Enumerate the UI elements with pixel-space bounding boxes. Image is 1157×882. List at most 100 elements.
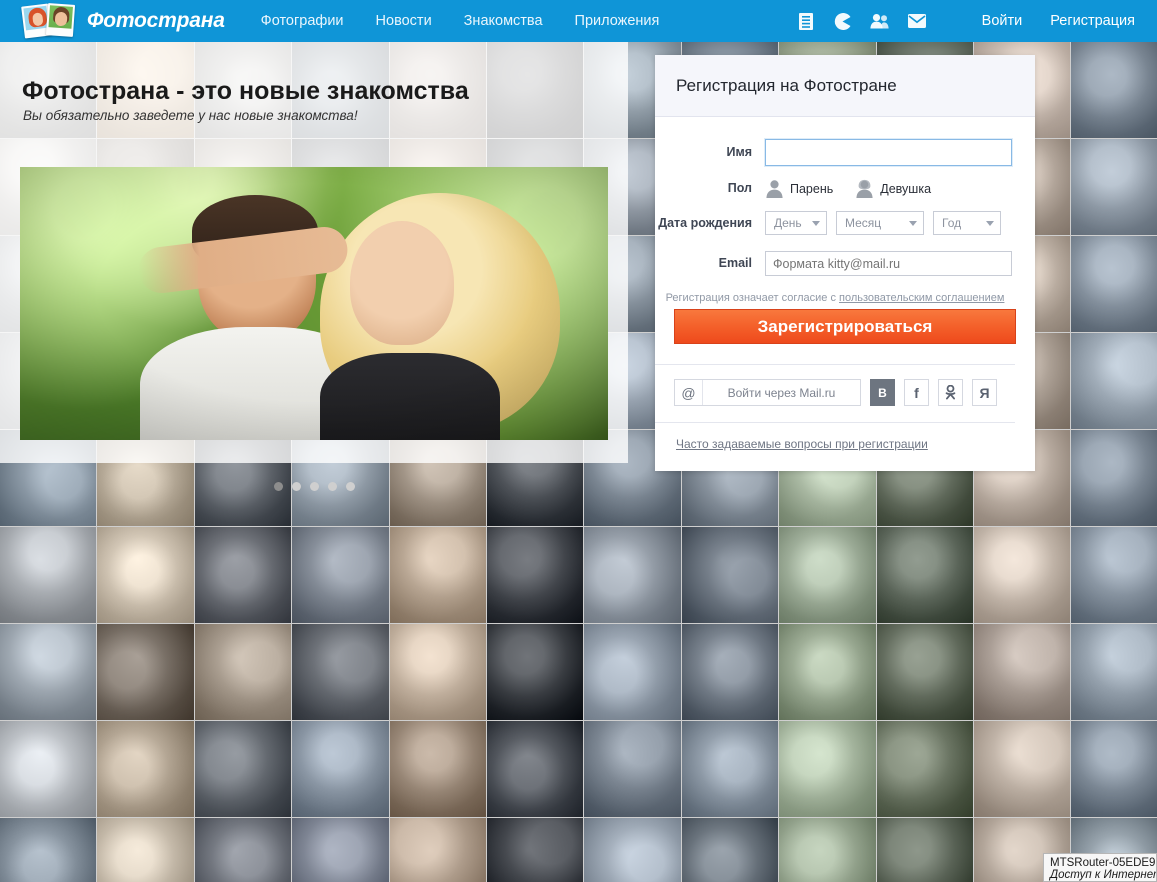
register-submit-button[interactable]: Зарегистрироваться <box>674 309 1016 344</box>
mosaic-photo-tile[interactable] <box>487 624 584 720</box>
mosaic-photo-tile[interactable] <box>876 624 974 720</box>
mosaic-photo-tile[interactable] <box>487 818 584 882</box>
mosaic-photo-tile[interactable] <box>292 721 389 817</box>
carousel-dot[interactable] <box>291 482 301 491</box>
carousel-dot[interactable] <box>273 482 283 491</box>
hero-title: Фотострана - это новые знакомства <box>22 77 469 105</box>
mosaic-photo-tile[interactable] <box>1071 430 1157 526</box>
mosaic-photo-tile[interactable] <box>974 624 1071 720</box>
registration-faq-link[interactable]: Часто задаваемые вопросы при регистрации <box>676 437 928 451</box>
gender-male-option[interactable]: Парень <box>765 179 833 198</box>
mosaic-photo-tile[interactable] <box>584 721 681 817</box>
mosaic-photo-tile[interactable] <box>487 721 584 817</box>
birth-month-select[interactable]: Месяц <box>836 211 924 235</box>
mosaic-photo-tile[interactable] <box>194 527 292 623</box>
mosaic-photo-tile[interactable] <box>97 527 194 623</box>
chevron-down-icon <box>812 220 820 226</box>
mosaic-photo-tile[interactable] <box>97 624 194 720</box>
mosaic-photo-tile[interactable] <box>584 527 681 623</box>
mosaic-photo-tile[interactable] <box>1071 721 1157 817</box>
mosaic-photo-tile[interactable] <box>292 527 389 623</box>
top-navigation-bar: Фотострана Фотографии Новости Знакомства… <box>0 0 1157 42</box>
birth-day-select[interactable]: День <box>765 211 827 235</box>
mosaic-photo-tile[interactable] <box>1071 527 1157 623</box>
mosaic-photo-tile[interactable] <box>389 818 487 882</box>
facebook-button[interactable]: f <box>903 379 929 406</box>
network-ssid: MTSRouter-05EDE9 <box>1050 857 1156 869</box>
pacman-games-icon[interactable] <box>831 10 855 32</box>
odnoklassniki-button[interactable] <box>937 379 963 406</box>
mosaic-photo-tile[interactable] <box>974 721 1071 817</box>
mosaic-photo-tile[interactable] <box>389 721 487 817</box>
birth-day-value: День <box>774 216 802 230</box>
email-input[interactable] <box>765 251 1012 276</box>
mosaic-photo-tile[interactable] <box>0 624 97 720</box>
yandex-button[interactable]: Я <box>971 379 997 406</box>
mosaic-photo-tile[interactable] <box>0 527 97 623</box>
network-status: Доступ к Интернету <box>1050 869 1157 881</box>
mosaic-photo-tile[interactable] <box>0 818 97 882</box>
mosaic-photo-tile[interactable] <box>1071 236 1157 332</box>
mosaic-photo-tile[interactable] <box>194 721 292 817</box>
site-logo[interactable]: Фотострана <box>21 3 225 39</box>
mosaic-photo-tile[interactable] <box>194 624 292 720</box>
mosaic-photo-tile[interactable] <box>389 624 487 720</box>
mosaic-photo-tile[interactable] <box>487 527 584 623</box>
mosaic-photo-tile[interactable] <box>584 818 681 882</box>
carousel-dot[interactable] <box>327 482 337 491</box>
nav-apps[interactable]: Приложения <box>575 13 660 29</box>
agreement-text: Регистрация означает согласие с пользова… <box>655 292 1015 304</box>
mosaic-photo-tile[interactable] <box>779 527 876 623</box>
hero-carousel-photo[interactable] <box>20 167 608 440</box>
yandex-glyph: Я <box>979 384 990 401</box>
birth-year-value: Год <box>942 216 962 230</box>
carousel-dot[interactable] <box>345 482 355 491</box>
at-sign-icon: @ <box>675 380 703 405</box>
mosaic-photo-tile[interactable] <box>779 624 876 720</box>
gender-female-option[interactable]: Девушка <box>855 179 931 198</box>
carousel-dots <box>0 482 628 491</box>
mail-envelope-icon[interactable] <box>905 10 929 32</box>
mosaic-photo-tile[interactable] <box>876 721 974 817</box>
nav-dating[interactable]: Знакомства <box>464 13 543 29</box>
mosaic-photo-tile[interactable] <box>779 721 876 817</box>
mosaic-photo-tile[interactable] <box>292 624 389 720</box>
mosaic-photo-tile[interactable] <box>681 721 779 817</box>
vk-glyph: В <box>878 385 887 400</box>
user-agreement-link[interactable]: пользовательским соглашением <box>839 292 1004 304</box>
mosaic-photo-tile[interactable] <box>681 527 779 623</box>
nav-news[interactable]: Новости <box>376 13 432 29</box>
mosaic-photo-tile[interactable] <box>876 818 974 882</box>
mosaic-photo-tile[interactable] <box>1071 624 1157 720</box>
mosaic-photo-tile[interactable] <box>1071 42 1157 138</box>
register-link[interactable]: Регистрация <box>1050 13 1135 29</box>
mosaic-photo-tile[interactable] <box>0 721 97 817</box>
registration-title: Регистрация на Фотостране <box>655 55 1035 117</box>
vk-button[interactable]: В <box>869 379 895 406</box>
mosaic-photo-tile[interactable] <box>584 624 681 720</box>
mosaic-photo-tile[interactable] <box>1071 333 1157 429</box>
birth-year-select[interactable]: Год <box>933 211 1001 235</box>
mosaic-photo-tile[interactable] <box>194 818 292 882</box>
header-icon-group <box>794 10 942 32</box>
mosaic-photo-tile[interactable] <box>974 527 1071 623</box>
mosaic-photo-tile[interactable] <box>681 818 779 882</box>
login-link[interactable]: Войти <box>982 13 1023 29</box>
nav-photos[interactable]: Фотографии <box>261 13 344 29</box>
carousel-dot[interactable] <box>309 482 319 491</box>
main-nav: Фотографии Новости Знакомства Приложения <box>261 13 692 29</box>
mosaic-photo-tile[interactable] <box>681 624 779 720</box>
mosaic-photo-tile[interactable] <box>779 818 876 882</box>
mosaic-photo-tile[interactable] <box>292 818 389 882</box>
name-input[interactable] <box>764 138 1013 167</box>
mosaic-photo-tile[interactable] <box>1071 139 1157 235</box>
mailru-login-button[interactable]: @ Войти через Mail.ru <box>674 379 861 406</box>
friends-people-icon[interactable] <box>868 10 892 32</box>
mosaic-photo-tile[interactable] <box>97 721 194 817</box>
agreement-prefix: Регистрация означает согласие с <box>665 292 840 304</box>
social-login-row: @ Войти через Mail.ru В f Я <box>655 365 1015 422</box>
mosaic-photo-tile[interactable] <box>389 527 487 623</box>
mosaic-photo-tile[interactable] <box>97 818 194 882</box>
mosaic-photo-tile[interactable] <box>876 527 974 623</box>
feed-list-icon[interactable] <box>794 10 818 32</box>
